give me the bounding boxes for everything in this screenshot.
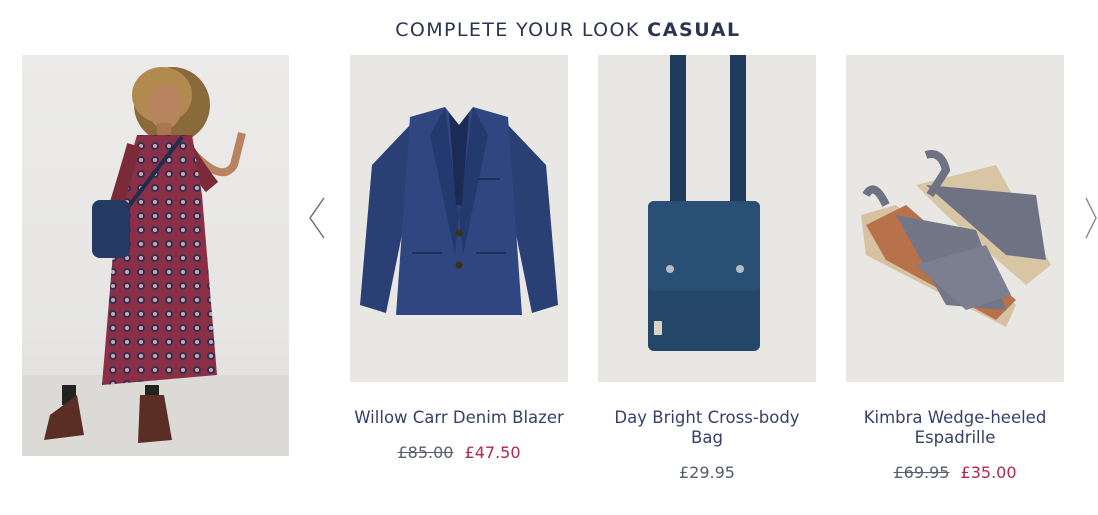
product-name[interactable]: Kimbra Wedge-heeled Espadrille	[846, 408, 1064, 448]
product-card-denim-blazer[interactable]: Willow Carr Denim Blazer £85.00 £47.50	[350, 55, 568, 462]
crossbody-bag-image	[598, 55, 816, 382]
section-title-emphasis: CASUAL	[647, 19, 741, 41]
espadrille-image	[846, 55, 1064, 382]
chevron-left-icon	[309, 197, 325, 239]
product-image-blazer[interactable]	[350, 55, 568, 382]
section-title-prefix: COMPLETE YOUR LOOK	[395, 19, 640, 41]
sale-price: £35.00	[960, 463, 1017, 482]
product-card-crossbody-bag[interactable]: Day Bright Cross-body Bag £29.95	[598, 55, 816, 482]
model-illustration	[22, 67, 289, 456]
regular-price: £29.95	[679, 463, 735, 482]
was-price: £85.00	[397, 443, 454, 462]
carousel-prev-button[interactable]	[304, 195, 328, 241]
carousel-next-button[interactable]	[1084, 195, 1098, 241]
product-price: £29.95	[598, 463, 816, 482]
product-price: £69.95 £35.00	[846, 463, 1064, 482]
denim-blazer-image	[350, 55, 568, 382]
sale-price: £47.50	[464, 443, 521, 462]
product-name[interactable]: Willow Carr Denim Blazer	[350, 408, 568, 428]
product-name[interactable]: Day Bright Cross-body Bag	[598, 408, 816, 448]
was-price: £69.95	[893, 463, 950, 482]
product-price: £85.00 £47.50	[350, 443, 568, 462]
hero-lifestyle-image	[22, 55, 289, 456]
section-title: COMPLETE YOUR LOOK CASUAL	[0, 19, 1098, 41]
product-image-espadrille[interactable]	[846, 55, 1064, 382]
product-card-espadrille[interactable]: Kimbra Wedge-heeled Espadrille £69.95 £3…	[846, 55, 1064, 482]
product-image-bag[interactable]	[598, 55, 816, 382]
chevron-right-icon	[1085, 197, 1097, 239]
